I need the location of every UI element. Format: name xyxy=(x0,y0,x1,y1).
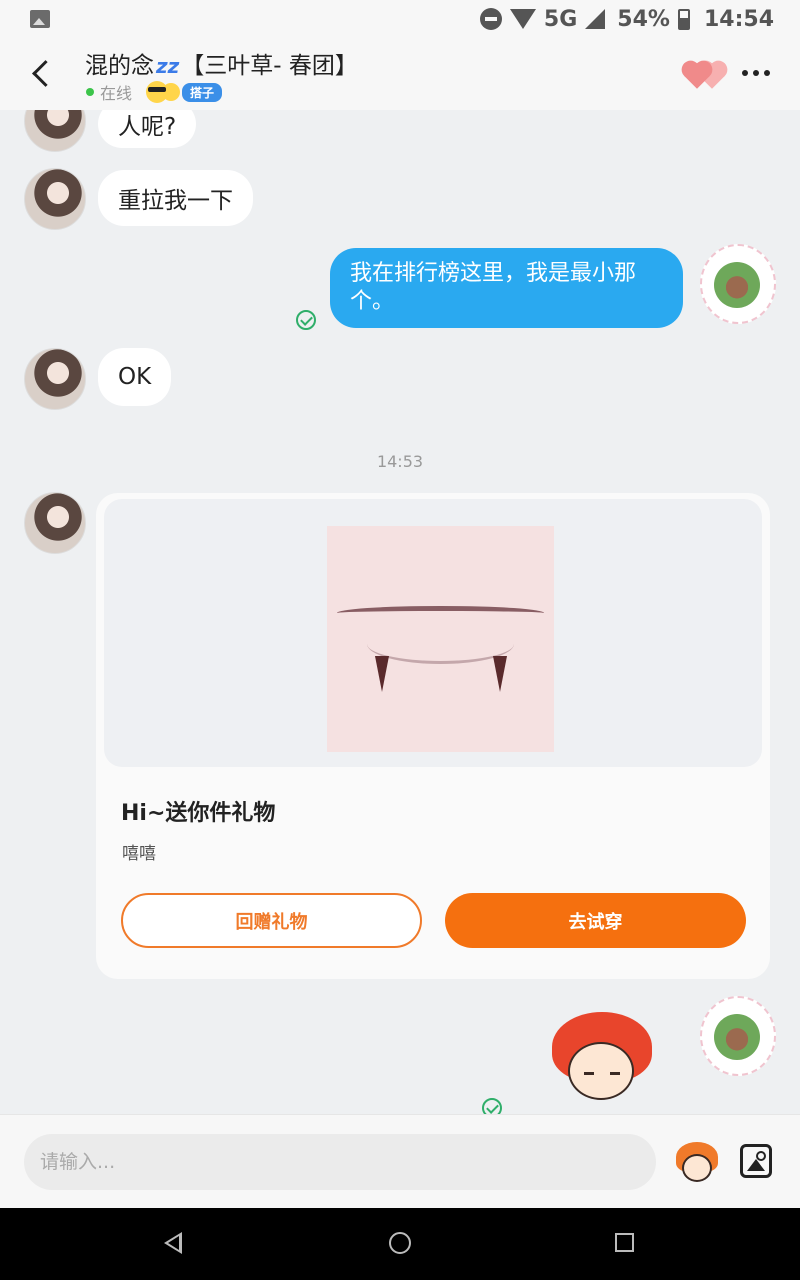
try-on-button[interactable]: 去试穿 xyxy=(445,893,746,948)
image-picker-icon[interactable] xyxy=(740,1144,772,1178)
contact-avatar[interactable] xyxy=(24,110,86,152)
hearts-icon[interactable] xyxy=(678,62,725,89)
battery-icon xyxy=(677,8,690,30)
online-status: 在线 xyxy=(100,84,133,103)
status-bar: 5G 54% 14:54 xyxy=(0,0,800,38)
my-avatar[interactable] xyxy=(700,244,776,324)
status-line: 在线 搭子 xyxy=(86,80,223,104)
gift-preview xyxy=(104,499,762,767)
message-text-line2: 个。 xyxy=(350,289,395,314)
cool-emoji-icon xyxy=(146,81,169,103)
message-text: 重拉我一下 xyxy=(118,188,233,214)
gift-card-title: Hi~送你件礼物 xyxy=(121,801,276,826)
message-bubble[interactable]: OK xyxy=(98,348,172,406)
contact-avatar[interactable] xyxy=(24,492,86,554)
online-dot-icon xyxy=(86,88,94,96)
nav-recents-icon[interactable] xyxy=(615,1233,634,1252)
message-input[interactable] xyxy=(24,1134,656,1190)
more-options-icon[interactable] xyxy=(742,70,770,76)
chat-area[interactable]: 人呢? 重拉我一下 我在排行榜这里，我是最小那 个。 OK 14:53 Hi~送… xyxy=(0,110,800,1114)
read-check-icon xyxy=(482,1098,502,1114)
sticker-image[interactable] xyxy=(546,1012,658,1104)
sticker-picker-icon[interactable] xyxy=(676,1142,718,1184)
nav-back-icon[interactable] xyxy=(164,1232,182,1254)
message-text-line1: 我在排行榜这里，我是最小那 xyxy=(350,261,637,286)
system-nav-bar xyxy=(0,1208,800,1280)
group-tag: 【三叶草- 春团】 xyxy=(181,53,358,79)
chat-header: 混的念 zz【三叶草- 春团】 在线 搭子 xyxy=(0,38,800,110)
battery-percent: 54% xyxy=(617,6,670,32)
contact-name: 混的念 xyxy=(85,53,154,79)
input-bar xyxy=(0,1114,800,1208)
message-text: OK xyxy=(118,364,152,390)
message-text: 人呢? xyxy=(118,114,177,140)
message-bubble[interactable]: 重拉我一下 xyxy=(98,170,253,226)
signal-icon xyxy=(585,9,606,29)
gift-card-subtitle: 嘻嘻 xyxy=(122,844,156,864)
message-timestamp: 14:53 xyxy=(376,452,424,471)
my-message-bubble[interactable]: 我在排行榜这里，我是最小那 个。 xyxy=(330,248,683,328)
gift-image xyxy=(327,526,554,752)
read-check-icon xyxy=(296,310,316,330)
sleep-emoji-icon: zz xyxy=(156,54,180,78)
chat-title[interactable]: 混的念 zz【三叶草- 春团】 xyxy=(85,46,358,80)
partner-badge: 搭子 xyxy=(182,82,223,102)
network-type: 5G xyxy=(543,6,578,32)
wifi-icon xyxy=(509,9,536,29)
contact-avatar[interactable] xyxy=(24,168,86,230)
nav-home-icon[interactable] xyxy=(389,1232,411,1254)
gallery-notification-icon xyxy=(30,10,50,28)
do-not-disturb-icon xyxy=(479,8,502,30)
message-bubble[interactable]: 人呢? xyxy=(98,110,197,148)
clock: 14:54 xyxy=(703,6,774,32)
back-arrow-icon[interactable] xyxy=(30,60,56,86)
contact-avatar[interactable] xyxy=(24,348,86,410)
my-avatar[interactable] xyxy=(700,996,776,1076)
return-gift-button[interactable]: 回赠礼物 xyxy=(121,893,422,948)
gift-card[interactable]: Hi~送你件礼物 嘻嘻 回赠礼物 去试穿 xyxy=(96,493,770,979)
